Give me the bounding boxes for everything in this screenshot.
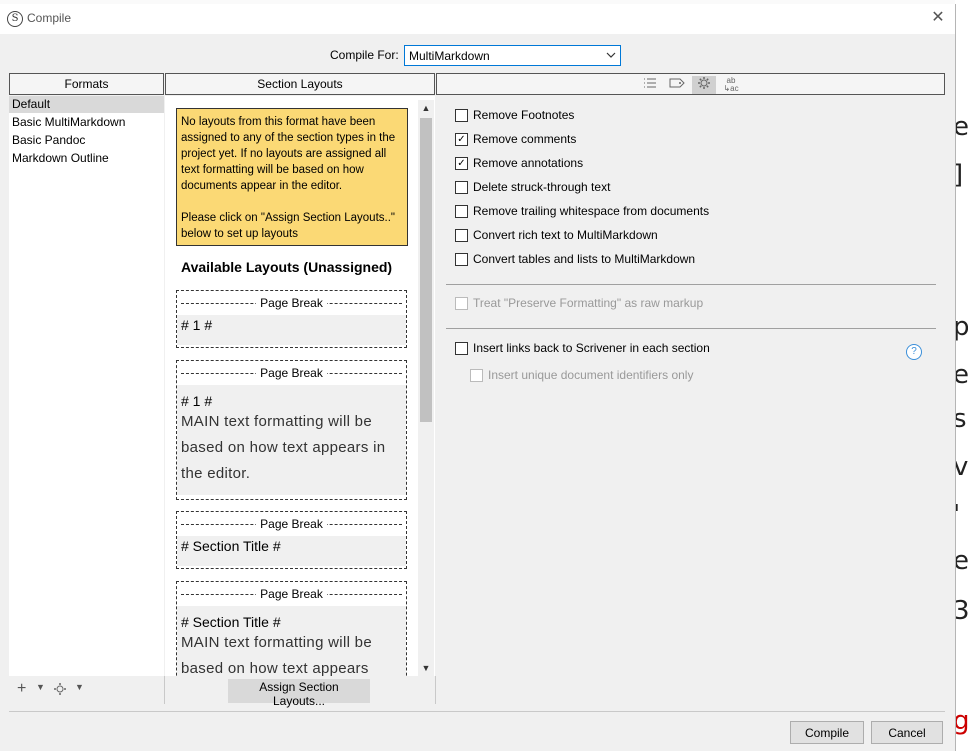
compile-for-value: MultiMarkdown <box>409 49 490 63</box>
gear-icon[interactable] <box>692 76 716 94</box>
title-bar: S Compile ✕ <box>0 4 955 34</box>
compile-button[interactable]: Compile <box>790 721 864 744</box>
scrivener-app-icon: S <box>7 11 23 27</box>
checkbox-box: ✓ <box>455 133 468 146</box>
checkbox-box <box>455 297 468 310</box>
background-editor-edge: e]p esv 'e3 g <box>955 0 968 751</box>
window-title: Compile <box>27 11 72 25</box>
cancel-button[interactable]: Cancel <box>871 721 943 744</box>
layout-card[interactable]: Page Break # 1 # MAIN text formatting wi… <box>176 360 407 500</box>
assign-section-layouts-button[interactable]: Assign Section Layouts... <box>228 679 370 708</box>
available-layouts-heading: Available Layouts (Unassigned) <box>181 259 393 275</box>
divider <box>435 676 436 704</box>
checkbox-box <box>470 369 483 382</box>
section-layouts-panel: No layouts from this format have been as… <box>165 96 435 676</box>
scroll-down-icon[interactable]: ▼ <box>418 660 434 676</box>
divider <box>164 676 165 704</box>
replace-icon[interactable]: ab ↳ac <box>719 76 743 94</box>
page-break-label: Page Break <box>177 291 406 315</box>
compile-for-label: Compile For: <box>330 48 399 62</box>
layout-card[interactable]: Page Break # Section Title # <box>176 511 407 569</box>
layouts-scrollbar[interactable]: ▲ ▼ <box>418 100 434 676</box>
format-item-markdown-outline[interactable]: Markdown Outline <box>9 150 164 167</box>
replace-icon-bottom: ↳ac <box>723 84 739 93</box>
divider <box>446 328 936 329</box>
notice-text: No layouts from this format have been as… <box>181 116 396 192</box>
layout-card-title: # Section Title # <box>181 538 281 554</box>
checkbox-box <box>455 229 468 242</box>
add-icon[interactable]: + <box>17 680 26 698</box>
checkbox-box: ✓ <box>455 157 468 170</box>
layout-card-title: # 1 # <box>181 317 213 333</box>
checkbox-box <box>455 253 468 266</box>
gear-dropdown-icon[interactable]: ▼ <box>75 682 84 692</box>
compile-for-select[interactable]: MultiMarkdown <box>404 45 621 66</box>
checkbox-box <box>455 342 468 355</box>
layout-card-title: # 1 # <box>181 393 213 409</box>
checkbox-box <box>455 109 468 122</box>
compile-dialog: S Compile ✕ Compile For: MultiMarkdown F… <box>0 4 956 751</box>
close-icon[interactable]: ✕ <box>926 7 950 29</box>
layouts-notice: No layouts from this format have been as… <box>176 108 408 246</box>
formats-list: Default Basic MultiMarkdown Basic Pandoc… <box>9 96 164 676</box>
divider <box>446 284 936 285</box>
layout-card[interactable]: Page Break # 1 # <box>176 290 407 348</box>
format-item-default[interactable]: Default <box>9 96 164 113</box>
page-break-label: Page Break <box>177 512 406 536</box>
tag-icon[interactable] <box>665 76 689 94</box>
layout-card-title: # Section Title # <box>181 614 281 630</box>
format-item-basic-multimarkdown[interactable]: Basic MultiMarkdown <box>9 114 164 131</box>
section-layouts-header: Section Layouts <box>165 73 435 95</box>
formats-header: Formats <box>9 73 164 95</box>
divider <box>9 711 945 712</box>
checkbox-box <box>455 205 468 218</box>
layout-card-main-text: MAIN text formatting will be based on ho… <box>181 413 386 482</box>
format-item-basic-pandoc[interactable]: Basic Pandoc <box>9 132 164 149</box>
layout-card-main-text: MAIN text formatting will be based on ho… <box>181 634 372 676</box>
layout-card[interactable]: Page Break # Section Title # MAIN text f… <box>176 581 407 676</box>
help-icon[interactable]: ? <box>906 344 922 360</box>
scrollbar-thumb[interactable] <box>420 118 432 422</box>
add-dropdown-icon[interactable]: ▼ <box>36 682 45 692</box>
gear-icon[interactable] <box>53 682 67 699</box>
notice-text-2: Please click on "Assign Section Layouts.… <box>181 212 395 240</box>
list-icon[interactable] <box>638 76 662 94</box>
chevron-down-icon <box>606 48 616 65</box>
page-break-label: Page Break <box>177 582 406 606</box>
page-break-label: Page Break <box>177 361 406 385</box>
formats-footer: + ▼ ▼ <box>9 676 164 704</box>
scroll-up-icon[interactable]: ▲ <box>418 100 434 116</box>
checkbox-box <box>455 181 468 194</box>
settings-tab-bar <box>436 73 945 95</box>
